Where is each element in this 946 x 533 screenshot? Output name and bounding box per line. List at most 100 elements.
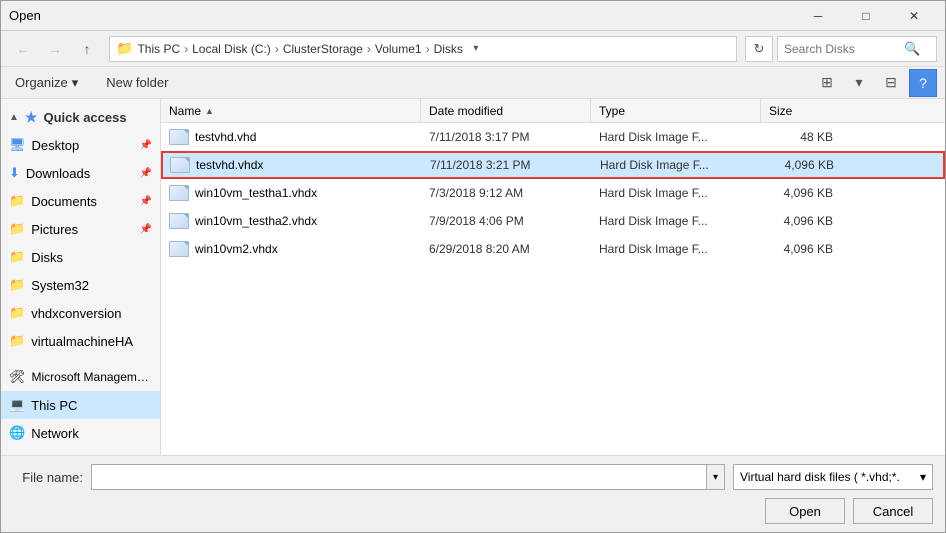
col-type-label: Type bbox=[599, 104, 625, 118]
file-cell-name: win10vm_testha2.vhdx bbox=[161, 213, 421, 229]
column-header-size[interactable]: Size bbox=[761, 99, 841, 122]
view-dropdown-button[interactable]: ▾ bbox=[845, 69, 873, 97]
file-cell-size: 4,096 KB bbox=[762, 158, 842, 172]
file-icon bbox=[169, 129, 189, 145]
open-dialog: Open ─ □ ✕ ← → ↑ 📁 This PC › Local Disk … bbox=[0, 0, 946, 533]
minimize-button[interactable]: ─ bbox=[795, 1, 841, 31]
sidebar-label-documents: Documents bbox=[31, 194, 97, 209]
vhdxconversion-icon: 📁 bbox=[9, 305, 25, 321]
downloads-icon: ⬇ bbox=[9, 165, 20, 181]
folder-icon: 📁 bbox=[116, 40, 133, 57]
refresh-button[interactable]: ↻ bbox=[745, 36, 773, 62]
address-dropdown-button[interactable]: ▾ bbox=[467, 37, 485, 61]
file-name: win10vm_testha1.vhdx bbox=[195, 186, 317, 200]
sidebar-label-thispc: This PC bbox=[31, 398, 77, 413]
forward-button[interactable]: → bbox=[41, 35, 69, 63]
file-cell-name: win10vm2.vhdx bbox=[161, 241, 421, 257]
network-icon: 🌐 bbox=[9, 425, 25, 441]
up-button[interactable]: ↑ bbox=[73, 35, 101, 63]
file-cell-name: testvhd.vhdx bbox=[162, 157, 422, 173]
file-name: win10vm_testha2.vhdx bbox=[195, 214, 317, 228]
table-row[interactable]: win10vm_testha2.vhdx 7/9/2018 4:06 PM Ha… bbox=[161, 207, 945, 235]
file-name: win10vm2.vhdx bbox=[195, 242, 278, 256]
desktop-icon: 🖥 bbox=[9, 137, 26, 153]
content-area: ▲ ★ Quick access 🖥 Desktop 📌 ⬇ Downloads… bbox=[1, 99, 945, 455]
navigation-toolbar: ← → ↑ 📁 This PC › Local Disk (C:) › Clus… bbox=[1, 31, 945, 67]
sidebar-item-mmc[interactable]: 🛠 Microsoft Manageme... bbox=[1, 363, 160, 391]
thispc-icon: 💻 bbox=[9, 397, 25, 413]
sidebar-item-downloads[interactable]: ⬇ Downloads 📌 bbox=[1, 159, 160, 187]
file-icon bbox=[169, 241, 189, 257]
file-name: testvhd.vhd bbox=[195, 130, 256, 144]
column-header-date[interactable]: Date modified bbox=[421, 99, 591, 122]
new-folder-button[interactable]: New folder bbox=[100, 71, 174, 94]
back-button[interactable]: ← bbox=[9, 35, 37, 63]
sidebar-label-disks: Disks bbox=[31, 250, 63, 265]
sidebar-item-system32[interactable]: 📁 System32 bbox=[1, 271, 160, 299]
col-size-label: Size bbox=[769, 104, 792, 118]
filename-input-container: ▾ bbox=[91, 464, 725, 490]
quick-access-header: ▲ ★ Quick access bbox=[1, 103, 160, 131]
table-row[interactable]: testvhd.vhdx 7/11/2018 3:21 PM Hard Disk… bbox=[161, 151, 945, 179]
action-row: Open Cancel bbox=[13, 498, 933, 524]
table-row[interactable]: win10vm2.vhdx 6/29/2018 8:20 AM Hard Dis… bbox=[161, 235, 945, 263]
quick-access-label: Quick access bbox=[43, 110, 126, 125]
sidebar-label-mmc: Microsoft Manageme... bbox=[32, 370, 152, 384]
vm-icon: 📁 bbox=[9, 333, 25, 349]
sidebar-item-desktop[interactable]: 🖥 Desktop 📌 bbox=[1, 131, 160, 159]
sidebar-label-system32: System32 bbox=[31, 278, 89, 293]
path-volume1: Volume1 bbox=[375, 42, 422, 56]
file-icon bbox=[170, 157, 190, 173]
file-cell-size: 4,096 KB bbox=[761, 242, 841, 256]
address-bar[interactable]: 📁 This PC › Local Disk (C:) › ClusterSto… bbox=[109, 36, 737, 62]
file-cell-type: Hard Disk Image F... bbox=[591, 186, 761, 200]
sidebar-item-disks[interactable]: 📁 Disks bbox=[1, 243, 160, 271]
organize-button[interactable]: Organize ▾ bbox=[9, 71, 84, 95]
column-header-type[interactable]: Type bbox=[591, 99, 761, 122]
table-row[interactable]: testvhd.vhd 7/11/2018 3:17 PM Hard Disk … bbox=[161, 123, 945, 151]
pin-icon-documents: 📌 bbox=[140, 196, 152, 207]
preview-pane-button[interactable]: ⊟ bbox=[877, 69, 905, 97]
ribbon-toolbar: Organize ▾ New folder ⊞ ▾ ⊟ ? bbox=[1, 67, 945, 99]
file-icon bbox=[169, 185, 189, 201]
close-button[interactable]: ✕ bbox=[891, 1, 937, 31]
star-icon: ★ bbox=[25, 109, 38, 126]
file-rows-container: testvhd.vhd 7/11/2018 3:17 PM Hard Disk … bbox=[161, 123, 945, 263]
file-cell-type: Hard Disk Image F... bbox=[591, 242, 761, 256]
filename-input[interactable] bbox=[92, 470, 706, 485]
search-box: 🔍 bbox=[777, 36, 937, 62]
filename-label: File name: bbox=[13, 470, 83, 485]
file-list-header: Name ▲ Date modified Type Size bbox=[161, 99, 945, 123]
open-button[interactable]: Open bbox=[765, 498, 845, 524]
sidebar-item-virtualmachineha[interactable]: 📁 virtualmachineHA bbox=[1, 327, 160, 355]
cancel-button[interactable]: Cancel bbox=[853, 498, 933, 524]
sidebar-item-thispc[interactable]: 💻 This PC bbox=[1, 391, 160, 419]
maximize-button[interactable]: □ bbox=[843, 1, 889, 31]
filename-dropdown-button[interactable]: ▾ bbox=[706, 465, 724, 489]
view-toggle-button-1[interactable]: ⊞ bbox=[813, 69, 841, 97]
file-cell-date: 7/11/2018 3:17 PM bbox=[421, 130, 591, 144]
sidebar-label-vhdxconversion: vhdxconversion bbox=[31, 306, 121, 321]
search-input[interactable] bbox=[784, 42, 904, 56]
file-name: testvhd.vhdx bbox=[196, 158, 263, 172]
sidebar-item-network[interactable]: 🌐 Network bbox=[1, 419, 160, 447]
path-localdisk: Local Disk (C:) bbox=[192, 42, 271, 56]
pin-icon-downloads: 📌 bbox=[140, 168, 152, 179]
filename-row: File name: ▾ Virtual hard disk files ( *… bbox=[13, 464, 933, 490]
sidebar-item-documents[interactable]: 📁 Documents 📌 bbox=[1, 187, 160, 215]
file-cell-size: 4,096 KB bbox=[761, 214, 841, 228]
organize-label: Organize bbox=[15, 75, 68, 90]
bottom-bar: File name: ▾ Virtual hard disk files ( *… bbox=[1, 455, 945, 532]
table-row[interactable]: win10vm_testha1.vhdx 7/3/2018 9:12 AM Ha… bbox=[161, 179, 945, 207]
search-icon: 🔍 bbox=[904, 41, 920, 57]
filetype-dropdown-icon: ▾ bbox=[920, 470, 926, 484]
sidebar-item-vhdxconversion[interactable]: 📁 vhdxconversion bbox=[1, 299, 160, 327]
file-cell-size: 4,096 KB bbox=[761, 186, 841, 200]
sort-arrow-name: ▲ bbox=[205, 106, 214, 116]
column-header-name[interactable]: Name ▲ bbox=[161, 99, 421, 122]
filetype-select[interactable]: Virtual hard disk files ( *.vhd;*. ▾ bbox=[733, 464, 933, 490]
ribbon-right-controls: ⊞ ▾ ⊟ ? bbox=[813, 69, 937, 97]
pictures-icon: 📁 bbox=[9, 221, 25, 237]
help-button[interactable]: ? bbox=[909, 69, 937, 97]
sidebar-item-pictures[interactable]: 📁 Pictures 📌 bbox=[1, 215, 160, 243]
